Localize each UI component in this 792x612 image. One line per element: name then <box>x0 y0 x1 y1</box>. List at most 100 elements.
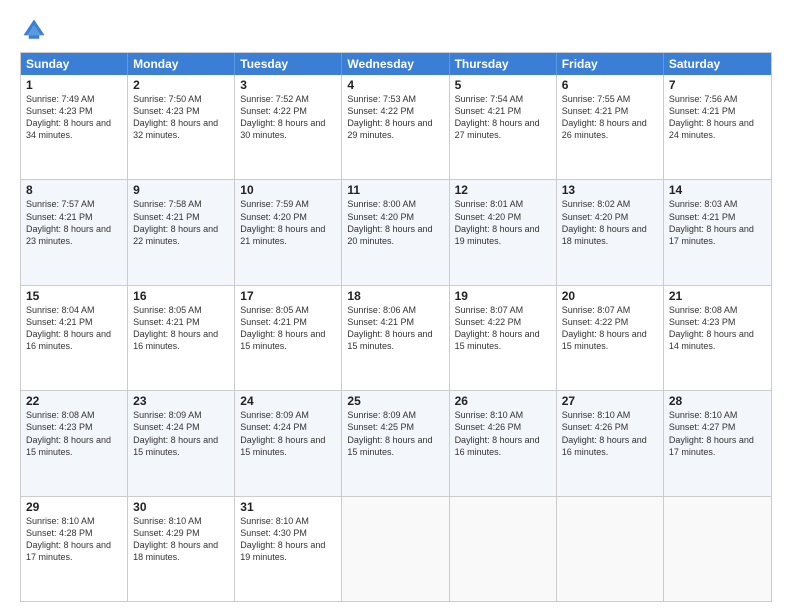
day-number: 1 <box>26 78 122 92</box>
cell-text: Sunrise: 7:54 AMSunset: 4:21 PMDaylight:… <box>455 94 540 140</box>
day-number: 15 <box>26 289 122 303</box>
day-number: 20 <box>562 289 658 303</box>
calendar-header: Sunday Monday Tuesday Wednesday Thursday… <box>21 53 771 75</box>
empty-cell <box>557 497 664 601</box>
cell-text: Sunrise: 8:09 AMSunset: 4:25 PMDaylight:… <box>347 410 432 456</box>
day-cell-30: 30Sunrise: 8:10 AMSunset: 4:29 PMDayligh… <box>128 497 235 601</box>
cell-text: Sunrise: 8:05 AMSunset: 4:21 PMDaylight:… <box>240 305 325 351</box>
header-wednesday: Wednesday <box>342 53 449 75</box>
day-cell-15: 15 Sunrise: 8:04 AMSunset: 4:21 PMDayligh… <box>21 286 128 390</box>
day-cell-10: 10 Sunrise: 7:59 AMSunset: 4:20 PMDayligh… <box>235 180 342 284</box>
day-cell-3: 3 Sunrise: 7:52 AMSunset: 4:22 PMDaylight… <box>235 75 342 179</box>
day-cell-4: 4 Sunrise: 7:53 AMSunset: 4:22 PMDaylight… <box>342 75 449 179</box>
calendar: Sunday Monday Tuesday Wednesday Thursday… <box>20 52 772 602</box>
day-number: 23 <box>133 394 229 408</box>
day-cell-11: 11 Sunrise: 8:00 AMSunset: 4:20 PMDayligh… <box>342 180 449 284</box>
calendar-row-3: 15 Sunrise: 8:04 AMSunset: 4:21 PMDayligh… <box>21 285 771 390</box>
calendar-row-1: 1 Sunrise: 7:49 AMSunset: 4:23 PMDaylight… <box>21 75 771 179</box>
cell-text: Sunrise: 7:52 AMSunset: 4:22 PMDaylight:… <box>240 94 325 140</box>
day-number: 17 <box>240 289 336 303</box>
day-number: 14 <box>669 183 766 197</box>
cell-text: Sunrise: 8:10 AMSunset: 4:27 PMDaylight:… <box>669 410 754 456</box>
cell-text: Sunrise: 8:10 AMSunset: 4:26 PMDaylight:… <box>455 410 540 456</box>
calendar-row-4: 22 Sunrise: 8:08 AMSunset: 4:23 PMDayligh… <box>21 390 771 495</box>
day-number: 16 <box>133 289 229 303</box>
day-number: 21 <box>669 289 766 303</box>
day-cell-25: 25 Sunrise: 8:09 AMSunset: 4:25 PMDayligh… <box>342 391 449 495</box>
day-number: 4 <box>347 78 443 92</box>
day-cell-13: 13 Sunrise: 8:02 AMSunset: 4:20 PMDayligh… <box>557 180 664 284</box>
day-cell-28: 28Sunrise: 8:10 AMSunset: 4:27 PMDayligh… <box>664 391 771 495</box>
cell-text: Sunrise: 8:05 AMSunset: 4:21 PMDaylight:… <box>133 305 218 351</box>
page: Sunday Monday Tuesday Wednesday Thursday… <box>0 0 792 612</box>
cell-text: Sunrise: 7:53 AMSunset: 4:22 PMDaylight:… <box>347 94 432 140</box>
day-cell-18: 18Sunrise: 8:06 AMSunset: 4:21 PMDayligh… <box>342 286 449 390</box>
day-cell-1: 1 Sunrise: 7:49 AMSunset: 4:23 PMDaylight… <box>21 75 128 179</box>
cell-text: Sunrise: 7:56 AMSunset: 4:21 PMDaylight:… <box>669 94 754 140</box>
day-number: 13 <box>562 183 658 197</box>
day-number: 26 <box>455 394 551 408</box>
calendar-row-2: 8 Sunrise: 7:57 AMSunset: 4:21 PMDaylight… <box>21 179 771 284</box>
cell-text: Sunrise: 7:50 AMSunset: 4:23 PMDaylight:… <box>133 94 218 140</box>
empty-cell <box>450 497 557 601</box>
day-cell-23: 23Sunrise: 8:09 AMSunset: 4:24 PMDayligh… <box>128 391 235 495</box>
day-number: 6 <box>562 78 658 92</box>
day-cell-17: 17 Sunrise: 8:05 AMSunset: 4:21 PMDayligh… <box>235 286 342 390</box>
cell-text: Sunrise: 8:07 AMSunset: 4:22 PMDaylight:… <box>455 305 540 351</box>
header-tuesday: Tuesday <box>235 53 342 75</box>
empty-cell <box>664 497 771 601</box>
empty-cell <box>342 497 449 601</box>
header <box>20 16 772 44</box>
day-cell-6: 6 Sunrise: 7:55 AMSunset: 4:21 PMDaylight… <box>557 75 664 179</box>
day-number: 11 <box>347 183 443 197</box>
calendar-body: 1 Sunrise: 7:49 AMSunset: 4:23 PMDaylight… <box>21 75 771 601</box>
day-number: 10 <box>240 183 336 197</box>
cell-text: Sunrise: 8:07 AMSunset: 4:22 PMDaylight:… <box>562 305 647 351</box>
cell-text: Sunrise: 8:10 AMSunset: 4:29 PMDaylight:… <box>133 516 218 562</box>
day-cell-14: 14 Sunrise: 8:03 AMSunset: 4:21 PMDayligh… <box>664 180 771 284</box>
logo <box>20 16 52 44</box>
day-number: 27 <box>562 394 658 408</box>
cell-text: Sunrise: 7:49 AMSunset: 4:23 PMDaylight:… <box>26 94 111 140</box>
day-cell-19: 19 Sunrise: 8:07 AMSunset: 4:22 PMDayligh… <box>450 286 557 390</box>
header-saturday: Saturday <box>664 53 771 75</box>
day-cell-9: 9 Sunrise: 7:58 AMSunset: 4:21 PMDaylight… <box>128 180 235 284</box>
cell-text: Sunrise: 8:00 AMSunset: 4:20 PMDaylight:… <box>347 199 432 245</box>
day-cell-24: 24Sunrise: 8:09 AMSunset: 4:24 PMDayligh… <box>235 391 342 495</box>
day-cell-29: 29Sunrise: 8:10 AMSunset: 4:28 PMDayligh… <box>21 497 128 601</box>
day-cell-12: 12 Sunrise: 8:01 AMSunset: 4:20 PMDayligh… <box>450 180 557 284</box>
day-number: 22 <box>26 394 122 408</box>
day-cell-5: 5 Sunrise: 7:54 AMSunset: 4:21 PMDaylight… <box>450 75 557 179</box>
cell-text: Sunrise: 7:58 AMSunset: 4:21 PMDaylight:… <box>133 199 218 245</box>
cell-text: Sunrise: 8:08 AMSunset: 4:23 PMDaylight:… <box>26 410 111 456</box>
header-friday: Friday <box>557 53 664 75</box>
day-number: 5 <box>455 78 551 92</box>
cell-text: Sunrise: 8:09 AMSunset: 4:24 PMDaylight:… <box>240 410 325 456</box>
day-number: 2 <box>133 78 229 92</box>
day-number: 8 <box>26 183 122 197</box>
cell-text: Sunrise: 7:55 AMSunset: 4:21 PMDaylight:… <box>562 94 647 140</box>
cell-text: Sunrise: 8:04 AMSunset: 4:21 PMDaylight:… <box>26 305 111 351</box>
day-number: 7 <box>669 78 766 92</box>
day-cell-22: 22 Sunrise: 8:08 AMSunset: 4:23 PMDayligh… <box>21 391 128 495</box>
header-thursday: Thursday <box>450 53 557 75</box>
header-sunday: Sunday <box>21 53 128 75</box>
calendar-row-5: 29Sunrise: 8:10 AMSunset: 4:28 PMDayligh… <box>21 496 771 601</box>
cell-text: Sunrise: 8:03 AMSunset: 4:21 PMDaylight:… <box>669 199 754 245</box>
cell-text: Sunrise: 8:02 AMSunset: 4:20 PMDaylight:… <box>562 199 647 245</box>
day-number: 25 <box>347 394 443 408</box>
day-number: 9 <box>133 183 229 197</box>
day-cell-7: 7 Sunrise: 7:56 AMSunset: 4:21 PMDaylight… <box>664 75 771 179</box>
day-cell-20: 20 Sunrise: 8:07 AMSunset: 4:22 PMDayligh… <box>557 286 664 390</box>
cell-text: Sunrise: 8:01 AMSunset: 4:20 PMDaylight:… <box>455 199 540 245</box>
cell-text: Sunrise: 7:57 AMSunset: 4:21 PMDaylight:… <box>26 199 111 245</box>
day-cell-8: 8 Sunrise: 7:57 AMSunset: 4:21 PMDaylight… <box>21 180 128 284</box>
cell-text: Sunrise: 8:06 AMSunset: 4:21 PMDaylight:… <box>347 305 432 351</box>
day-number: 19 <box>455 289 551 303</box>
day-number: 12 <box>455 183 551 197</box>
day-cell-2: 2 Sunrise: 7:50 AMSunset: 4:23 PMDaylight… <box>128 75 235 179</box>
cell-text: Sunrise: 8:10 AMSunset: 4:28 PMDaylight:… <box>26 516 111 562</box>
day-number: 3 <box>240 78 336 92</box>
day-cell-21: 21Sunrise: 8:08 AMSunset: 4:23 PMDayligh… <box>664 286 771 390</box>
cell-text: Sunrise: 7:59 AMSunset: 4:20 PMDaylight:… <box>240 199 325 245</box>
